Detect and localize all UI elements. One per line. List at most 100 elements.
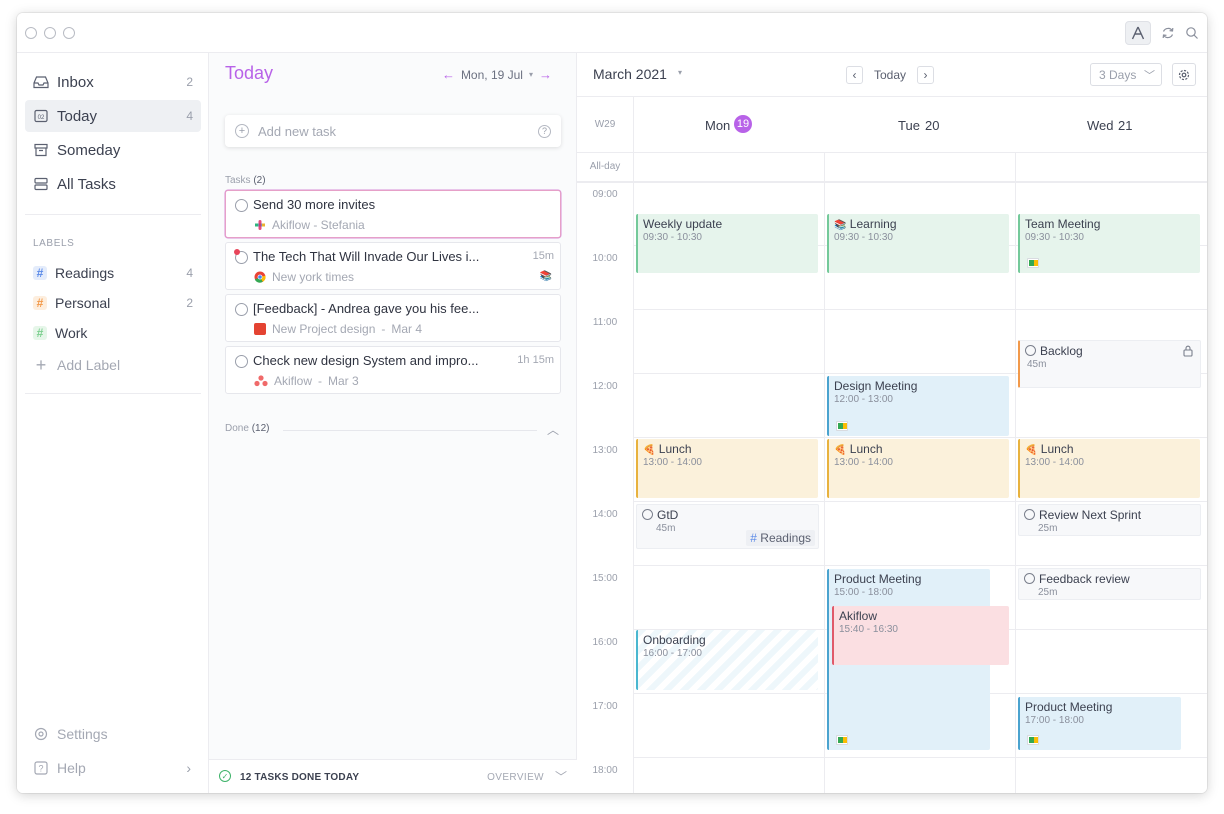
akiflow-logo-button[interactable] [1125, 21, 1151, 45]
add-label-text: Add Label [57, 357, 121, 373]
column-divider [1015, 153, 1016, 793]
gear-icon [33, 726, 49, 742]
help-icon: ? [33, 760, 49, 776]
event-lunch-tue[interactable]: 🍕 Lunch 13:00 - 14:00 [827, 439, 1009, 498]
event-title: Akiflow [839, 609, 878, 623]
event-feedback-review[interactable]: Feedback review 25m [1018, 568, 1201, 600]
chevron-down-icon[interactable]: ﹀ [555, 768, 567, 785]
event-time: 15:00 - 18:00 [834, 587, 893, 598]
sidebar-label-readings[interactable]: # Readings 4 [25, 257, 201, 289]
task-meta: Akiflow - Stefania [254, 218, 365, 232]
date-navigator: ← Mon, 19 Jul ▾ → [442, 67, 552, 82]
task-checkbox[interactable] [235, 355, 248, 368]
prev-day-button[interactable]: ← [442, 67, 455, 82]
day-name: Wed [1087, 118, 1114, 133]
event-akiflow[interactable]: Akiflow 15:40 - 16:30 [832, 606, 1009, 665]
sidebar-item-inbox[interactable]: Inbox 2 [25, 66, 201, 98]
sidebar-label-personal[interactable]: # Personal 2 [25, 287, 201, 319]
overview-button[interactable]: OVERVIEW [487, 772, 544, 783]
todoist-icon [254, 323, 266, 335]
sidebar-label-work[interactable]: # Work [25, 317, 201, 349]
add-label-button[interactable]: + Add Label [25, 349, 201, 381]
google-meet-icon[interactable] [1027, 258, 1039, 268]
task-item[interactable]: [Feedback] - Andrea gave you his fee... … [225, 294, 561, 342]
event-onboarding[interactable]: Onboarding 16:00 - 17:00 [636, 630, 818, 690]
today-button[interactable]: Today [868, 66, 912, 84]
pizza-icon: 🍕 [643, 445, 656, 456]
task-checkbox[interactable] [235, 303, 248, 316]
all-day-label: All-day [589, 161, 621, 172]
sync-button[interactable] [1155, 21, 1181, 45]
event-learning[interactable]: 📚 Learning 09:30 - 10:30 [827, 214, 1009, 273]
done-group-header[interactable]: Done (12) ︿ [225, 423, 561, 437]
event-time: 12:00 - 13:00 [834, 394, 893, 405]
task-checkbox[interactable] [235, 199, 248, 212]
google-meet-icon[interactable] [1027, 735, 1039, 745]
day-header-wed[interactable]: Wed 21 [1015, 97, 1207, 153]
google-meet-icon[interactable] [836, 735, 848, 745]
view-select[interactable]: 3 Days ﹀ [1090, 63, 1162, 86]
task-title: Check new design System and impro... [253, 353, 479, 368]
add-task-input[interactable]: + Add new task ? [225, 115, 561, 147]
current-date[interactable]: Mon, 19 Jul [461, 68, 523, 82]
search-button[interactable] [1179, 21, 1205, 45]
hour-label: 10:00 [592, 253, 618, 264]
done-label: Done [225, 423, 249, 434]
search-icon [1186, 27, 1198, 39]
calendar-month[interactable]: March 2021 [593, 66, 667, 82]
day-header-mon[interactable]: Mon 19 [633, 97, 824, 153]
google-meet-icon[interactable] [836, 421, 848, 431]
event-title: Lunch [1040, 442, 1074, 456]
chevron-right-icon: › [923, 68, 928, 82]
event-gtd[interactable]: GtD 45m # Readings [636, 504, 819, 549]
event-time: 09:30 - 10:30 [834, 232, 893, 243]
inbox-icon [33, 74, 49, 90]
all-day-row[interactable]: All-day [577, 153, 1207, 183]
event-backlog[interactable]: Backlog 45m [1018, 340, 1201, 388]
task-item[interactable]: Check new design System and impro... 1h … [225, 346, 561, 394]
event-title: Lunch [849, 442, 883, 456]
minimize-window-button[interactable] [44, 27, 56, 39]
hash-icon: # [33, 326, 47, 340]
stack-icon [33, 176, 49, 192]
task-item[interactable]: Send 30 more invites Akiflow - Stefania [225, 190, 561, 238]
event-product-meeting-wed[interactable]: Product Meeting 17:00 - 18:00 [1018, 697, 1181, 750]
event-title: Design Meeting [834, 379, 918, 393]
svg-text:?: ? [38, 764, 43, 774]
sidebar-item-someday[interactable]: Someday [25, 134, 201, 166]
task-circle-icon [1025, 345, 1036, 356]
hash-icon: # [33, 266, 47, 280]
books-icon: 📚 [539, 271, 552, 282]
event-tag-text: Readings [760, 531, 811, 545]
next-period-button[interactable]: › [917, 66, 934, 84]
event-time: 13:00 - 14:00 [834, 457, 893, 468]
sidebar-item-all-tasks[interactable]: All Tasks [25, 168, 201, 200]
slack-icon [255, 220, 265, 230]
settings-button[interactable]: Settings [25, 718, 201, 750]
sidebar-item-today[interactable]: 02 Today 4 [25, 100, 201, 132]
chevron-up-icon[interactable]: ︿ [547, 421, 559, 438]
calendar-settings-button[interactable] [1172, 63, 1196, 86]
maximize-window-button[interactable] [63, 27, 75, 39]
help-circle-icon[interactable]: ? [538, 124, 551, 138]
event-label-tag[interactable]: # Readings [746, 530, 815, 546]
sidebar-divider [25, 393, 201, 394]
event-lunch-mon[interactable]: 🍕 Lunch 13:00 - 14:00 [636, 439, 818, 498]
sync-icon [1162, 27, 1174, 39]
day-header-tue[interactable]: Tue 20 [824, 97, 1015, 153]
prev-period-button[interactable]: ‹ [846, 66, 863, 84]
event-team-meeting[interactable]: Team Meeting 09:30 - 10:30 [1018, 214, 1200, 273]
event-design-meeting[interactable]: Design Meeting 12:00 - 13:00 [827, 376, 1009, 436]
event-lunch-wed[interactable]: 🍕 Lunch 13:00 - 14:00 [1018, 439, 1200, 498]
hour-label: 17:00 [592, 701, 618, 712]
event-weekly-update[interactable]: Weekly update 09:30 - 10:30 [636, 214, 818, 273]
help-button[interactable]: ? Help › [25, 752, 201, 784]
event-title: Product Meeting [1025, 700, 1113, 714]
task-item[interactable]: The Tech That Will Invade Our Lives i...… [225, 242, 561, 290]
event-review-next-sprint[interactable]: Review Next Sprint 25m [1018, 504, 1201, 536]
next-day-button[interactable]: → [539, 67, 552, 82]
column-divider [824, 153, 825, 793]
close-window-button[interactable] [25, 27, 37, 39]
svg-text:02: 02 [38, 115, 45, 121]
event-time: 13:00 - 14:00 [643, 457, 702, 468]
